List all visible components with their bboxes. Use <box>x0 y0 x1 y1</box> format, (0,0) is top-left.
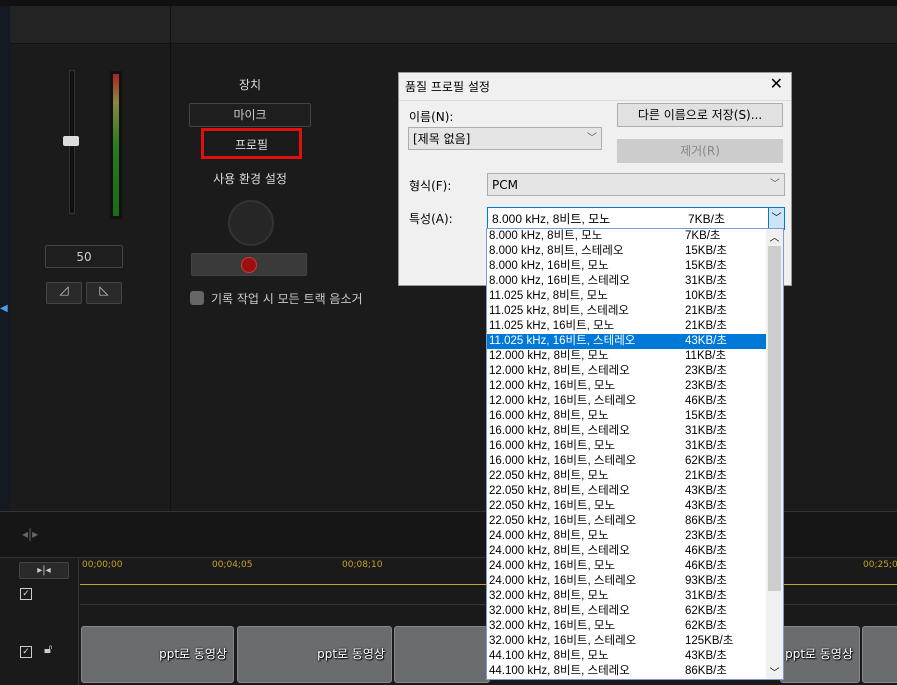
list-item[interactable]: 32.000 kHz, 8비트, 모노 31KB/초 <box>487 589 783 604</box>
video-clip[interactable] <box>862 626 897 683</box>
attributes-label: 특성(A): <box>409 212 453 226</box>
save-as-button[interactable]: 다른 이름으로 저장(S)... <box>617 103 783 127</box>
list-item[interactable]: 44.100 kHz, 8비트, 스테레오 86KB/초 <box>487 664 783 679</box>
list-item[interactable]: 12.000 kHz, 8비트, 스테레오 23KB/초 <box>487 364 783 379</box>
track-checkbox[interactable]: ✓ <box>20 646 32 658</box>
scrollbar-thumb[interactable] <box>768 246 781 591</box>
list-item[interactable]: 11.025 kHz, 16비트, 스테레오 43KB/초 <box>487 334 783 349</box>
list-item[interactable]: 8.000 kHz, 16비트, 스테레오 31KB/초 <box>487 274 783 289</box>
video-clip[interactable] <box>394 626 490 683</box>
list-item[interactable]: 12.000 kHz, 16비트, 스테레오 46KB/초 <box>487 394 783 409</box>
lock-icon[interactable]: 🔓︎ <box>44 642 52 657</box>
close-icon[interactable]: ✕ <box>770 74 783 93</box>
split-icon[interactable]: ◂|▸ <box>22 527 38 541</box>
collapse-arrow-icon[interactable]: ◀ <box>0 303 8 319</box>
tick-label: 00;08;10 <box>342 560 383 570</box>
format-label: 형식(F): <box>409 179 452 193</box>
list-item[interactable]: 44.100 kHz, 8비트, 모노 43KB/초 <box>487 649 783 664</box>
fit-timeline-button[interactable]: ▸|◂ <box>19 562 69 579</box>
chevron-down-icon: ﹀ <box>587 133 597 144</box>
fade-in-icon: ◿ <box>59 283 69 297</box>
attributes-dropdown-list[interactable]: 8.000 kHz, 8비트, 모노 7KB/초 8.000 kHz, 8비트, 스… <box>486 228 784 680</box>
format-select[interactable]: PCM ﹀ <box>487 173 785 196</box>
tick-label: 00;00;00 <box>82 560 123 570</box>
remove-button[interactable]: 제거(R) <box>617 139 783 163</box>
list-item[interactable]: 16.000 kHz, 8비트, 스테레오 31KB/초 <box>487 424 783 439</box>
scroll-up-icon[interactable]: ︿ <box>766 229 783 246</box>
list-item[interactable]: 16.000 kHz, 8비트, 모노 15KB/초 <box>487 409 783 424</box>
list-item[interactable]: 24.000 kHz, 8비트, 모노 23KB/초 <box>487 529 783 544</box>
video-clip[interactable]: ppt로 동영상 <box>81 626 234 683</box>
scrollbar[interactable]: ︿ ﹀ <box>766 229 783 679</box>
profile-button[interactable]: 프로필 <box>201 128 302 159</box>
device-label: 장치 <box>238 78 262 92</box>
level-meter <box>110 71 122 219</box>
chevron-down-icon[interactable]: ﹀ <box>768 208 784 229</box>
mic-button[interactable]: 마이크 <box>189 103 311 127</box>
list-item[interactable]: 22.050 kHz, 8비트, 모노 21KB/초 <box>487 469 783 484</box>
list-item[interactable]: 32.000 kHz, 16비트, 스테레오 125KB/초 <box>487 634 783 649</box>
video-clip[interactable]: ppt로 동영상 <box>780 626 860 683</box>
record-icon <box>241 257 257 273</box>
list-item[interactable]: 12.000 kHz, 8비트, 모노 11KB/초 <box>487 349 783 364</box>
fade-in-button[interactable]: ◿ <box>46 282 82 304</box>
list-item[interactable]: 22.050 kHz, 16비트, 스테레오 86KB/초 <box>487 514 783 529</box>
scroll-down-icon[interactable]: ﹀ <box>766 664 783 679</box>
attributes-select[interactable]: 8.000 kHz, 8비트, 모노 7KB/초 ﹀ <box>487 207 785 230</box>
preferences-link[interactable]: 사용 환경 설정 <box>190 170 310 187</box>
list-item[interactable]: 22.050 kHz, 8비트, 스테레오 43KB/초 <box>487 484 783 499</box>
dialog-title: 품질 프로필 설정 <box>405 80 490 94</box>
list-item[interactable]: 8.000 kHz, 8비트, 모노 7KB/초 <box>487 229 783 244</box>
list-item[interactable]: 24.000 kHz, 16비트, 모노 46KB/초 <box>487 559 783 574</box>
list-item[interactable]: 22.050 kHz, 16비트, 모노 43KB/초 <box>487 499 783 514</box>
chevron-down-icon: ﹀ <box>770 179 780 190</box>
list-item[interactable]: 24.000 kHz, 16비트, 스테레오 93KB/초 <box>487 574 783 589</box>
name-select[interactable]: [제목 없음] ﹀ <box>408 127 602 150</box>
target-icon <box>228 200 274 246</box>
list-item[interactable]: 8.000 kHz, 16비트, 모노 15KB/초 <box>487 259 783 274</box>
volume-slider[interactable] <box>50 70 96 214</box>
video-clip[interactable]: ppt로 동영상 <box>237 626 392 683</box>
list-item[interactable]: 8.000 kHz, 8비트, 스테레오 15KB/초 <box>487 244 783 259</box>
list-item[interactable]: 11.025 kHz, 8비트, 스테레오 21KB/초 <box>487 304 783 319</box>
fade-out-icon: ◺ <box>99 283 109 297</box>
tick-label: 00;04;05 <box>212 560 253 570</box>
list-item[interactable]: 16.000 kHz, 16비트, 스테레오 62KB/초 <box>487 454 783 469</box>
list-item[interactable]: 32.000 kHz, 16비트, 모노 62KB/초 <box>487 619 783 634</box>
list-item[interactable]: 11.025 kHz, 16비트, 모노 21KB/초 <box>487 319 783 334</box>
slider-handle[interactable] <box>63 136 79 146</box>
track-checkbox[interactable]: ✓ <box>20 588 32 600</box>
name-label: 이름(N): <box>409 110 454 124</box>
mute-all-checkbox[interactable] <box>190 291 204 305</box>
list-item[interactable]: 11.025 kHz, 8비트, 모노 10KB/초 <box>487 289 783 304</box>
tick-label: 00;25;0 <box>863 560 897 570</box>
list-item[interactable]: 12.000 kHz, 16비트, 모노 23KB/초 <box>487 379 783 394</box>
list-item[interactable]: 32.000 kHz, 8비트, 스테레오 62KB/초 <box>487 604 783 619</box>
list-item[interactable]: 24.000 kHz, 8비트, 스테레오 46KB/초 <box>487 544 783 559</box>
list-item[interactable]: 16.000 kHz, 16비트, 모노 31KB/초 <box>487 439 783 454</box>
volume-value[interactable]: 50 <box>45 245 123 268</box>
record-button[interactable] <box>191 253 307 276</box>
fade-out-button[interactable]: ◺ <box>86 282 122 304</box>
mute-all-label: 기록 작업 시 모든 트랙 음소거 <box>211 292 363 306</box>
